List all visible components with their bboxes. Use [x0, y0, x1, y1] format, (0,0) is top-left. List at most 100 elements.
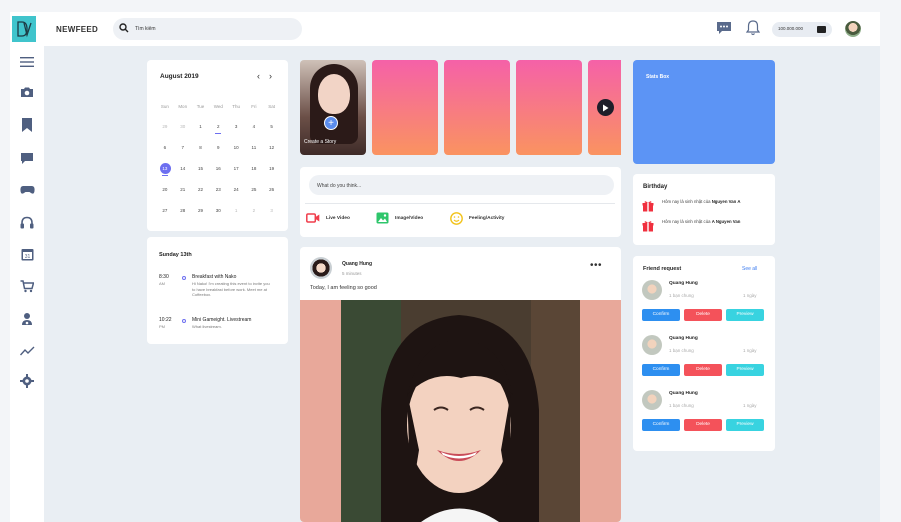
community-icon[interactable]: [19, 311, 35, 327]
birthday-item[interactable]: Hôm nay là sinh nhật của Nguyen Van A: [642, 199, 770, 215]
confirm-button[interactable]: Confirm: [642, 364, 680, 376]
event-description: Hi Nako! I'm creating this event to invi…: [192, 281, 270, 297]
stories-next-button[interactable]: [597, 99, 614, 116]
calendar-day[interactable]: 8: [192, 143, 210, 164]
story-card[interactable]: [516, 60, 582, 155]
calendar-day[interactable]: 21: [174, 185, 192, 206]
see-all-link[interactable]: See all: [742, 266, 757, 272]
create-story-card[interactable]: + Create a Story: [300, 60, 366, 155]
agenda-event[interactable]: 10:22 PM Mini Gameight. Livestream What …: [159, 317, 279, 337]
chat-icon[interactable]: [19, 150, 35, 166]
story-card[interactable]: [372, 60, 438, 155]
image-video-button[interactable]: Image/Video: [376, 211, 423, 225]
mutual-friends: 1 bạn chung: [669, 293, 694, 298]
event-time: 8:30: [159, 274, 169, 280]
calendar-day[interactable]: 19: [263, 164, 281, 185]
friend-name[interactable]: Quang Hung: [669, 336, 698, 341]
wallet-balance[interactable]: 100.000.000: [772, 22, 832, 37]
messages-icon[interactable]: [716, 21, 732, 35]
calendar-day[interactable]: 25: [245, 185, 263, 206]
headphones-icon[interactable]: [19, 214, 35, 230]
calendar-day[interactable]: 12: [263, 143, 281, 164]
calendar-day[interactable]: 20: [156, 185, 174, 206]
calendar-day[interactable]: 22: [192, 185, 210, 206]
calendar-day[interactable]: 18: [245, 164, 263, 185]
confirm-button[interactable]: Confirm: [642, 309, 680, 321]
delete-button[interactable]: Delete: [684, 419, 722, 431]
calendar-month-label: August 2019: [160, 73, 199, 80]
post-author[interactable]: Quang Hung: [342, 261, 372, 267]
delete-button[interactable]: Delete: [684, 364, 722, 376]
birthday-text: Hôm nay là sinh nhật của A Nguyen Van: [662, 219, 767, 225]
composer-input[interactable]: [317, 181, 597, 190]
calendar-day[interactable]: 28: [174, 206, 192, 227]
birthday-person[interactable]: Nguyen Van A: [712, 199, 741, 204]
calendar-day[interactable]: 15: [192, 164, 210, 185]
composer-field[interactable]: [309, 175, 614, 195]
calendar-day[interactable]: 2: [245, 206, 263, 227]
live-video-button[interactable]: Live Video: [306, 211, 350, 225]
calendar-day[interactable]: 29: [192, 206, 210, 227]
camera-icon[interactable]: [19, 84, 35, 100]
story-card[interactable]: [444, 60, 510, 155]
calendar-day[interactable]: 9: [209, 143, 227, 164]
menu-icon[interactable]: [19, 54, 35, 70]
calendar-day[interactable]: 30: [174, 122, 192, 143]
friend-avatar[interactable]: [642, 280, 662, 300]
bookmark-icon[interactable]: [19, 117, 35, 133]
friend-avatar[interactable]: [642, 390, 662, 410]
friend-avatar[interactable]: [642, 335, 662, 355]
calendar-day[interactable]: 3: [227, 122, 245, 143]
birthday-person[interactable]: A Nguyen Van: [712, 219, 741, 224]
calendar-day[interactable]: 27: [156, 206, 174, 227]
calendar-day[interactable]: 14: [174, 164, 192, 185]
calendar-day[interactable]: 10: [227, 143, 245, 164]
preview-button[interactable]: Preview: [726, 419, 764, 431]
calendar-day[interactable]: 17: [227, 164, 245, 185]
friend-name[interactable]: Quang Hung: [669, 391, 698, 396]
feeling-activity-button[interactable]: Feeling/Activity: [450, 211, 504, 225]
calendar-day[interactable]: 1: [192, 122, 210, 143]
calendar-day-selected[interactable]: 13: [156, 163, 174, 185]
user-avatar[interactable]: [845, 21, 861, 37]
friend-name[interactable]: Quang Hung: [669, 281, 698, 286]
calendar-day[interactable]: 23: [209, 185, 227, 206]
bell-icon[interactable]: [746, 20, 760, 36]
calendar-day[interactable]: 7: [174, 143, 192, 164]
calendar-next-button[interactable]: ›: [269, 71, 272, 81]
calendar-day[interactable]: 5: [263, 122, 281, 143]
cart-icon[interactable]: [19, 278, 35, 294]
app-logo[interactable]: [12, 16, 36, 42]
calendar-day[interactable]: 26: [263, 185, 281, 206]
calendar-day[interactable]: 11: [245, 143, 263, 164]
calendar-day[interactable]: 1: [227, 206, 245, 227]
calendar-icon[interactable]: 31: [19, 246, 35, 262]
post-author-avatar[interactable]: [310, 257, 332, 279]
delete-button[interactable]: Delete: [684, 309, 722, 321]
calendar-prev-button[interactable]: ‹: [257, 71, 260, 81]
more-options-icon[interactable]: •••: [590, 260, 602, 271]
search-input[interactable]: [135, 23, 285, 35]
trend-icon[interactable]: [19, 343, 35, 359]
agenda-event[interactable]: 8:30 AM Breakfast with Nako Hi Nako! I'm…: [159, 274, 279, 310]
birthday-item[interactable]: Hôm nay là sinh nhật của A Nguyen Van: [642, 219, 770, 235]
calendar-day[interactable]: 3: [263, 206, 281, 227]
preview-button[interactable]: Preview: [726, 364, 764, 376]
search-bar[interactable]: [113, 18, 302, 40]
brand-title[interactable]: NEWFEED: [56, 25, 98, 34]
weekday-label: Mon: [178, 104, 188, 109]
gamepad-icon[interactable]: [19, 182, 35, 198]
post-image[interactable]: [300, 300, 621, 522]
stats-box[interactable]: Stats Box: [633, 60, 775, 164]
add-story-icon[interactable]: +: [324, 116, 338, 130]
confirm-button[interactable]: Confirm: [642, 419, 680, 431]
settings-icon[interactable]: [19, 373, 35, 389]
calendar-day[interactable]: 30: [209, 206, 227, 227]
calendar-day[interactable]: 16: [209, 164, 227, 185]
calendar-day[interactable]: 29: [156, 122, 174, 143]
calendar-day[interactable]: 6: [156, 143, 174, 164]
calendar-day[interactable]: 24: [227, 185, 245, 206]
calendar-day[interactable]: 2: [209, 122, 227, 143]
preview-button[interactable]: Preview: [726, 309, 764, 321]
calendar-day[interactable]: 4: [245, 122, 263, 143]
